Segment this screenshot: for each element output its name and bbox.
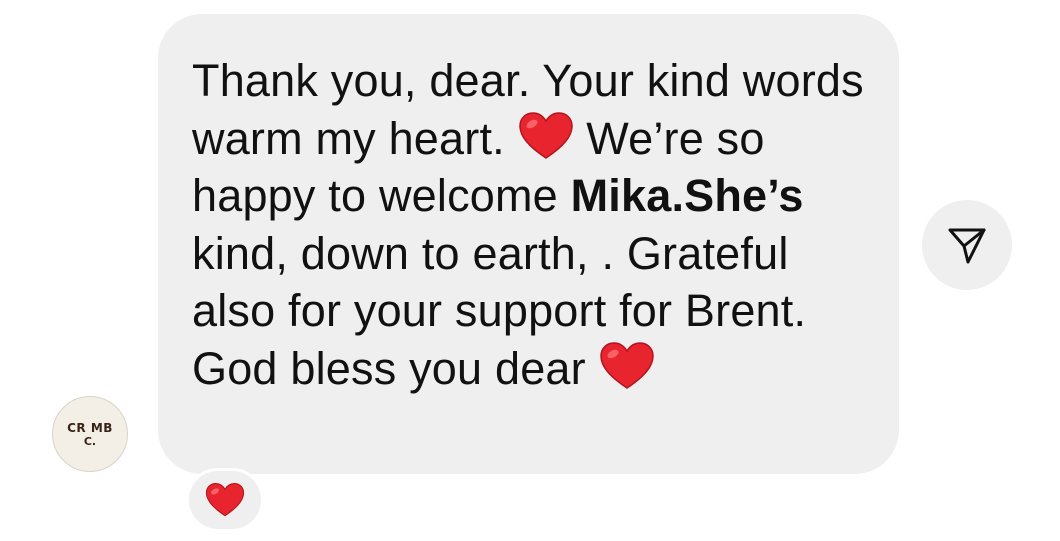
red-heart-icon xyxy=(599,341,654,389)
message-text: Thank you, dear. Your kind words warm my… xyxy=(192,52,879,397)
red-heart-icon xyxy=(518,111,573,159)
avatar[interactable]: CR MB C. xyxy=(52,396,128,472)
reaction-badge[interactable] xyxy=(186,468,264,532)
chat-thread: CR MB C. Thank you, dear. Your kind word… xyxy=(0,0,1060,541)
red-heart-icon xyxy=(205,483,245,517)
message-text-part3: kind, down to earth, . Grateful also for… xyxy=(192,227,807,394)
message-text-bold: Mika.She’s xyxy=(570,170,804,221)
avatar-logo-text-line2: C. xyxy=(83,434,97,448)
avatar-logo-text-line1: CR MB xyxy=(67,420,113,435)
message-bubble[interactable]: Thank you, dear. Your kind words warm my… xyxy=(158,14,899,474)
share-button[interactable] xyxy=(922,200,1012,290)
paper-plane-icon xyxy=(948,228,986,264)
